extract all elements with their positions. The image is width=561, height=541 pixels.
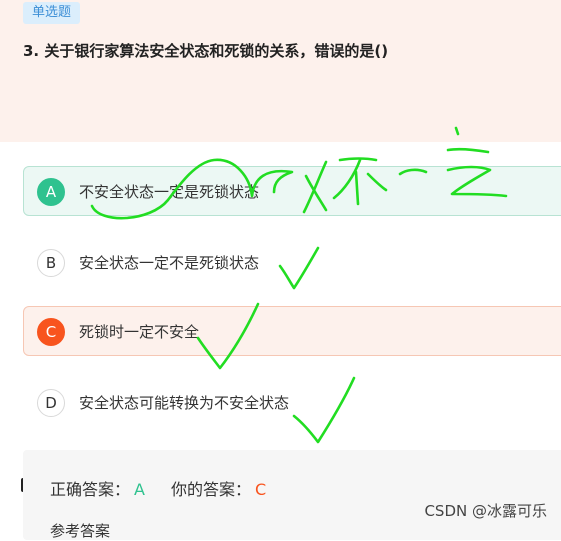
reference-answer-label: 参考答案 [50, 522, 111, 540]
option-c-text: 死锁时一定不安全 [79, 323, 200, 341]
your-answer-value: C [254, 480, 267, 499]
ink-char-ding-top [446, 147, 490, 154]
answer-summary: 正确答案： A 你的答案： C [50, 476, 266, 500]
option-a-text: 不安全状态一定是死锁状态 [79, 183, 260, 201]
option-a[interactable]: A 不安全状态一定是死锁状态 [23, 166, 561, 216]
option-d[interactable]: D 安全状态可能转换为不安全状态 [23, 377, 561, 427]
correct-answer-value: A [134, 480, 145, 499]
option-b-text: 安全状态一定不是死锁状态 [79, 254, 260, 272]
question-type-badge: 单选题 [23, 2, 81, 24]
option-b[interactable]: B 安全状态一定不是死锁状态 [23, 237, 561, 287]
ink-char-bu-top [338, 157, 378, 162]
answer-panel: 正确答案： A 你的答案： C 参考答案 [23, 450, 561, 540]
your-answer-label: 你的答案： [170, 480, 251, 499]
option-c[interactable]: C 死锁时一定不安全 [23, 306, 561, 356]
option-d-text: 安全状态可能转换为不安全状态 [79, 394, 290, 412]
option-c-letter: C [37, 318, 65, 346]
question-title: 3. 关于银行家算法安全状态和死锁的关系，错误的是() [23, 42, 389, 60]
option-d-letter: D [37, 389, 65, 417]
correct-answer-label: 正确答案： [50, 480, 131, 499]
option-b-letter: B [37, 249, 65, 277]
option-a-letter: A [37, 178, 65, 206]
csdn-watermark: CSDN @冰露可乐 [424, 502, 547, 520]
question-header: 单选题 3. 关于银行家算法安全状态和死锁的关系，错误的是() [0, 0, 561, 142]
